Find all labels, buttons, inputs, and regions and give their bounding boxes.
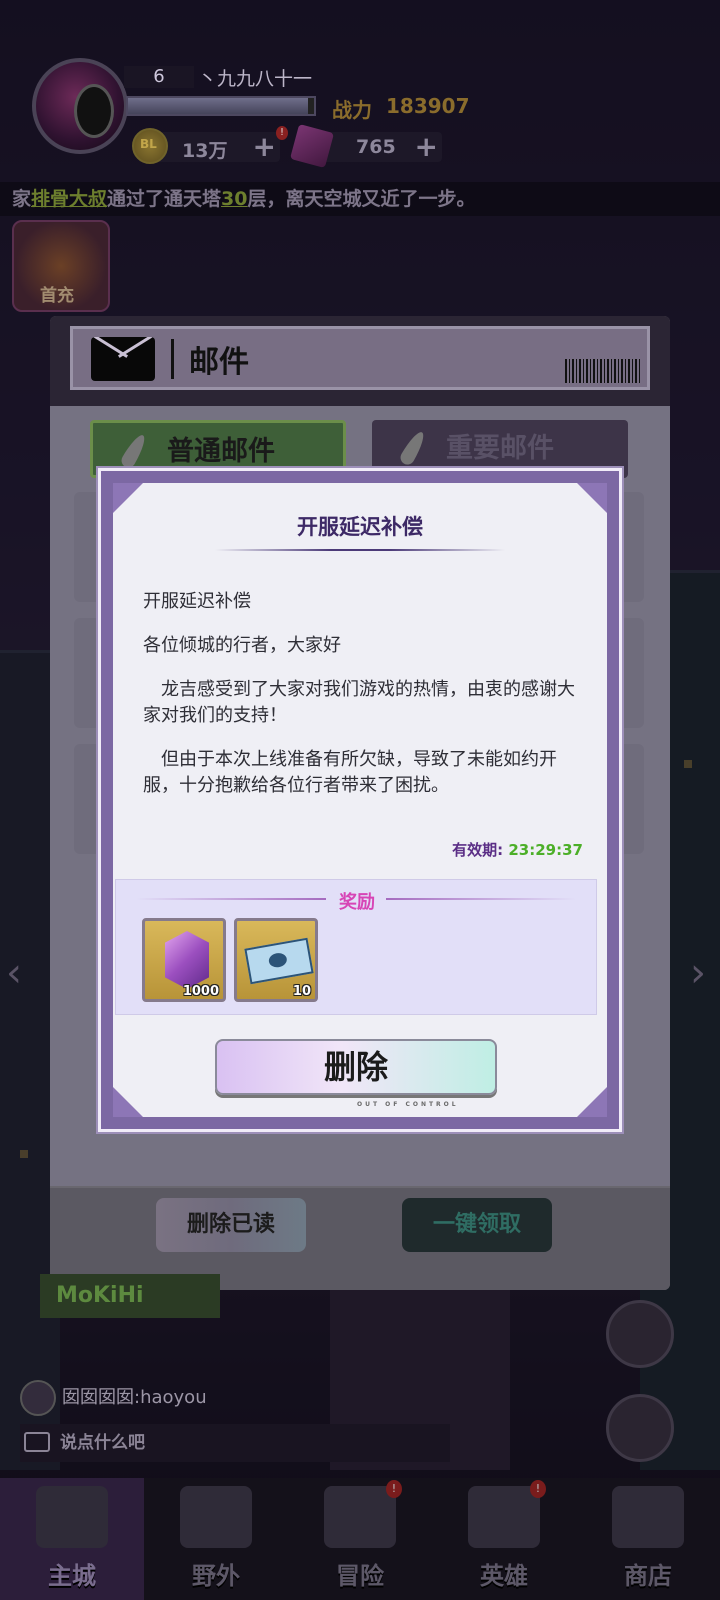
announcement-ticker: 家排骨大叔通过了通天塔30层，离天空城又近了一步。 <box>0 182 720 216</box>
corner-decoration <box>577 1087 607 1117</box>
bottom-navigation: 主城 野外 ! 冒险 ! 英雄 商店 <box>0 1478 720 1600</box>
mail-detail-title: 开服延迟补偿 <box>297 515 423 539</box>
side-menu-button[interactable] <box>606 1394 674 1462</box>
reward-title: 奖励 <box>339 892 375 913</box>
mail-body-paragraph: 各位倾城的行者，大家好 <box>143 635 341 656</box>
mail-detail-dialog: 开服延迟补偿 开服延迟补偿 各位倾城的行者，大家好 龙吉感受到了大家对我们游戏的… <box>98 468 622 1132</box>
nav-badge: ! <box>530 1480 546 1498</box>
header-divider <box>171 339 174 379</box>
ticket-icon <box>244 937 314 985</box>
expiry-time: 23:29:37 <box>508 841 583 859</box>
feather-icon <box>397 428 429 468</box>
castle-icon <box>180 1486 252 1548</box>
left-arrow-icon[interactable]: ‹ <box>6 950 22 996</box>
nav-label: 冒险 <box>336 1562 384 1590</box>
first-recharge-button[interactable]: 首充 <box>12 220 110 312</box>
player-avatar[interactable] <box>32 58 128 154</box>
shop-icon <box>612 1486 684 1548</box>
mail-body-paragraph: 龙吉感受到了大家对我们游戏的热情，由衷的感谢大家对我们的支持！ <box>143 679 575 726</box>
nav-field[interactable]: 野外 <box>144 1478 288 1600</box>
power-label: 战力 <box>332 98 372 122</box>
coin-icon: BL <box>132 128 168 164</box>
chat-sender: 囡囡囡囡: <box>62 1387 141 1408</box>
mail-body-paragraph: 开服延迟补偿 <box>143 591 251 612</box>
nav-label: 商店 <box>624 1562 672 1590</box>
delete-read-button[interactable]: 删除已读 <box>156 1198 306 1252</box>
title-underline <box>215 549 505 551</box>
gem-resource: 765 + <box>289 123 442 169</box>
mail-header: 邮件 <box>50 316 670 406</box>
ticker-player-link[interactable]: 排骨大叔 <box>31 188 107 210</box>
ticker-prefix: 家 <box>12 188 32 210</box>
side-menu-button[interactable] <box>606 1300 674 1368</box>
add-coin-button[interactable]: + <box>253 130 276 163</box>
mail-body-scroll[interactable]: 开服延迟补偿 各位倾城的行者，大家好 龙吉感受到了大家对我们游戏的热情，由衷的感… <box>143 589 575 805</box>
first-recharge-label: 首充 <box>40 286 74 306</box>
xp-bar-fill <box>128 98 309 114</box>
tab-important-label: 重要邮件 <box>446 433 554 464</box>
delete-button-subtext: OUT OF CONTROL <box>357 1101 459 1108</box>
corner-decoration <box>113 483 143 513</box>
xp-bar <box>126 96 316 116</box>
envelope-icon <box>91 337 155 381</box>
player-name: 丶九九八十一 <box>198 68 313 90</box>
chat-message: 囡囡囡囡:haoyou <box>20 1380 207 1416</box>
reward-item[interactable]: 10 <box>234 918 318 1002</box>
nav-label: 主城 <box>48 1562 96 1590</box>
hero-icon <box>468 1486 540 1548</box>
claim-all-button[interactable]: 一键领取 <box>402 1198 552 1252</box>
notification-badge: ! <box>276 126 288 140</box>
corner-decoration <box>113 1087 143 1117</box>
nav-label: 英雄 <box>480 1562 528 1590</box>
delete-button[interactable]: 删除 OUT OF CONTROL <box>215 1039 497 1108</box>
reward-divider <box>386 898 576 900</box>
reward-quantity: 1000 <box>182 984 219 999</box>
nav-badge: ! <box>386 1480 402 1498</box>
nav-shop[interactable]: 商店 <box>576 1478 720 1600</box>
expiry-info: 有效期: 23:29:37 <box>452 839 583 860</box>
chat-text: haoyou <box>140 1387 207 1408</box>
mail-title: 邮件 <box>189 345 249 380</box>
tab-normal-label: 普通邮件 <box>167 436 275 467</box>
coin-amount: 13万 <box>182 140 228 162</box>
purple-gem-icon <box>165 931 209 989</box>
reward-section: 奖励 1000 10 <box>115 879 597 1015</box>
corner-decoration <box>577 483 607 513</box>
player-level: 6 <box>124 66 194 88</box>
nav-label: 野外 <box>192 1562 240 1590</box>
avatar-helmet-visor <box>74 84 114 138</box>
city-icon <box>36 1486 108 1548</box>
chat-input[interactable]: 说点什么吧 <box>20 1424 450 1462</box>
mokihi-sign: MoKiHi <box>40 1274 220 1318</box>
reward-quantity: 10 <box>292 984 311 999</box>
coin-symbol: BL <box>140 137 157 151</box>
power-value: 183907 <box>386 94 470 118</box>
mail-body-paragraph: 但由于本次上线准备有所欠缺，导致了未能如约开服，十分抱歉给各位行者带来了困扰。 <box>143 749 557 796</box>
gem-amount: 765 <box>356 136 396 158</box>
nav-main-city[interactable]: 主城 <box>0 1478 144 1600</box>
ticker-text: 通过了通天塔 <box>107 188 222 210</box>
reward-item[interactable]: 1000 <box>142 918 226 1002</box>
crossed-swords-icon <box>324 1486 396 1548</box>
expiry-label: 有效期: <box>452 841 504 859</box>
feather-icon <box>118 431 150 471</box>
chat-avatar <box>20 1380 56 1416</box>
chat-bubble-icon <box>24 1432 50 1452</box>
mail-header-plate: 邮件 <box>70 326 650 390</box>
add-gem-button[interactable]: + <box>415 130 438 163</box>
ticker-floor: 30 <box>221 188 248 210</box>
coin-resource: BL 13万 + <box>132 128 280 164</box>
ticker-suffix: 层，离天空城又近了一步。 <box>247 188 476 210</box>
right-arrow-icon[interactable]: › <box>690 950 706 996</box>
mail-detail-card: 开服延迟补偿 开服延迟补偿 各位倾城的行者，大家好 龙吉感受到了大家对我们游戏的… <box>113 483 607 1117</box>
barcode-icon <box>565 359 641 383</box>
nav-heroes[interactable]: ! 英雄 <box>432 1478 576 1600</box>
nav-adventure[interactable]: ! 冒险 <box>288 1478 432 1600</box>
chat-placeholder: 说点什么吧 <box>60 1433 145 1453</box>
